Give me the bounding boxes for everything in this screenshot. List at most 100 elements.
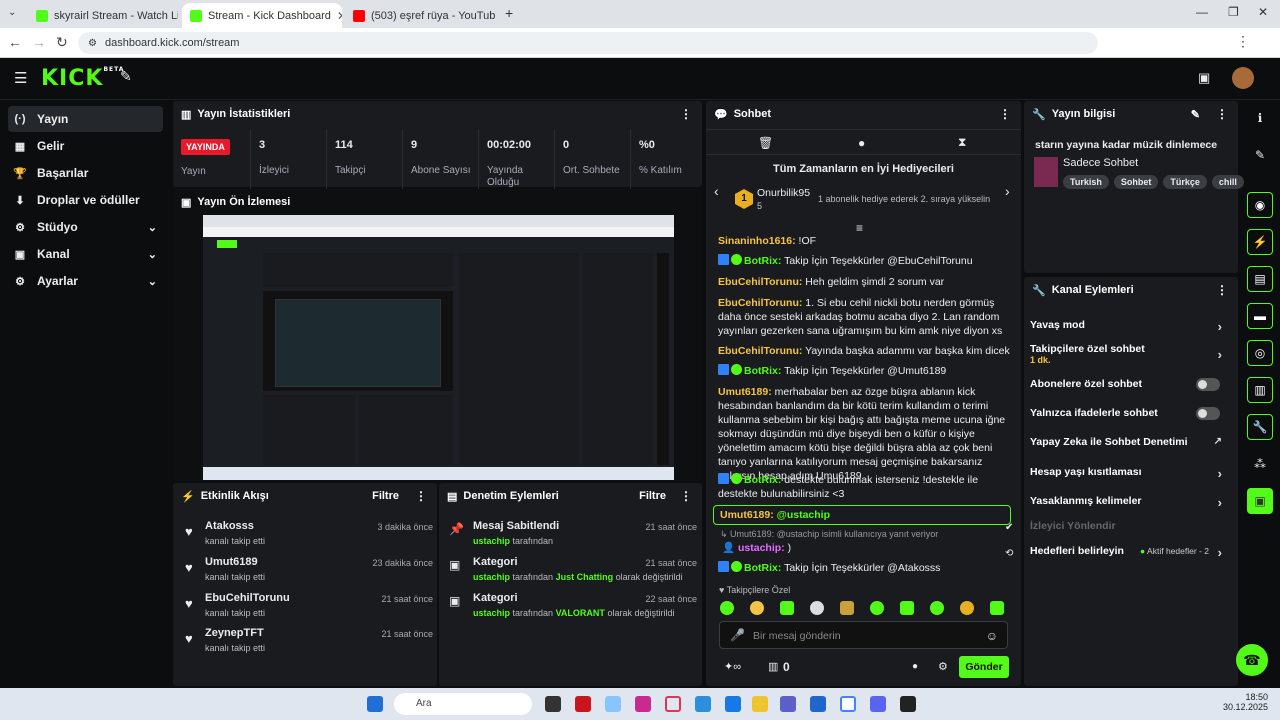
emote-icon[interactable] [930,601,944,615]
support-icon[interactable]: ☎ [1236,644,1268,676]
stream-preview-video[interactable] [203,215,674,480]
send-button[interactable]: Gönder [959,656,1009,678]
restore-icon[interactable]: ❐ [1228,5,1239,19]
check-icon[interactable]: ✔ [1005,522,1013,533]
server-icon[interactable]: ▥ [1247,377,1273,403]
trash-icon[interactable]: 🗑 [758,136,773,150]
info-icon[interactable]: ℹ [1247,105,1273,131]
more-icon[interactable]: ⋮ [680,107,692,121]
user-name[interactable]: Atakosss [205,520,254,532]
filter-button[interactable]: Filtre [372,490,399,502]
subscribers-only-toggle[interactable] [1196,378,1220,391]
extension-icon[interactable]: ▣ [1247,488,1273,514]
app-icon[interactable] [900,696,916,712]
filter-button[interactable]: Filtre [639,490,666,502]
wrench-icon[interactable]: 🔧 [1247,414,1273,440]
broadcast-icon[interactable]: ◎ [1247,340,1273,366]
speech-icon[interactable]: ● [858,136,865,150]
teams-icon[interactable] [780,696,796,712]
sidebar-item-ayarlar[interactable]: ⚙ Ayarlar ⌄ [8,268,163,294]
creator-icon[interactable]: ▣ [1198,70,1210,86]
clipboard-icon[interactable]: ▤ [1247,266,1273,292]
sidebar-item-droplar[interactable]: ⬇ Droplar ve ödüller [8,187,163,213]
user-name[interactable]: EbuCehilTorunu [205,592,290,604]
menu-icon[interactable]: ⋮ [1236,33,1250,50]
gifter-name[interactable]: Onurbilik95 [757,187,810,199]
more-icon[interactable]: ⋮ [999,107,1011,121]
file-explorer-icon[interactable] [752,696,768,712]
goals-row[interactable]: Hedefleri belirleyin ● Aktif hedefler - 2… [1030,545,1222,560]
sidebar-item-yayin[interactable]: (·) Yayın [8,106,163,132]
windows-start-icon[interactable] [367,696,383,712]
chevron-right-icon[interactable]: › [1005,183,1010,199]
history-icon[interactable]: ⟲ [1005,548,1013,559]
user-name[interactable]: Umut6189 [205,556,258,568]
opera-icon[interactable] [665,696,681,712]
site-info-icon[interactable]: ⚙ [88,38,97,49]
tools-icon[interactable]: ✎ [120,68,132,85]
emotes-only-toggle[interactable] [1196,407,1220,420]
chevron-left-icon[interactable]: ‹ [714,183,719,199]
back-icon[interactable]: ← [8,34,22,50]
app-icon[interactable] [635,696,651,712]
hourglass-icon[interactable]: ⧗ [958,135,966,150]
copilot-icon[interactable] [605,696,621,712]
sidebar-item-gelir[interactable]: ▦ Gelir [8,133,163,159]
gift-icon[interactable]: ✦∞ [724,660,741,673]
lightning-icon[interactable]: ⚡ [1247,229,1273,255]
tab-list-icon[interactable]: ⌄ [8,7,16,18]
url-field[interactable]: ⚙ dashboard.kick.com/stream [78,32,1098,54]
emote-icon[interactable] [840,601,854,615]
chrome-icon[interactable] [840,696,856,712]
close-window-icon[interactable]: ✕ [1258,5,1268,19]
edge-icon[interactable] [725,696,741,712]
avatar[interactable] [1232,67,1254,89]
task-view-icon[interactable] [545,696,561,712]
more-icon[interactable]: ⋮ [415,489,427,503]
user-name[interactable]: ZeynepTFT [205,627,264,639]
forward-icon[interactable]: → [32,34,46,50]
emote-icon[interactable] [750,601,764,615]
browser-tab[interactable]: skyrairl Stream - Watch Live on [28,3,178,28]
emote-icon[interactable] [720,601,734,615]
store-icon[interactable]: ▥ [768,660,778,673]
emoji-icon[interactable]: ☺ [986,629,998,643]
taskbar-search[interactable]: Ara [394,693,532,715]
close-tab-icon[interactable]: ✕ [337,9,342,23]
gear-icon[interactable]: ⚙ [938,660,948,673]
sidebar-item-basarilar[interactable]: 🏆 Başarılar [8,160,163,186]
emote-icon[interactable] [780,601,794,615]
app-icon[interactable] [810,696,826,712]
tag[interactable]: chill [1211,175,1244,189]
category-name[interactable]: Sadece Sohbet [1063,157,1138,169]
edge-icon[interactable] [695,696,711,712]
microphone-icon[interactable]: 🎤 [730,628,745,642]
tag[interactable]: Sohbet [1113,175,1159,189]
hamburger-icon[interactable]: ☰ [14,69,27,87]
apps-icon[interactable]: ⁂ [1247,451,1273,477]
more-icon[interactable]: ⋮ [680,489,692,503]
more-icon[interactable]: ⋮ [1216,107,1228,121]
edit-icon[interactable]: ✎ [1191,108,1200,121]
collapse-icon[interactable]: ≡ [856,221,863,235]
minimize-icon[interactable]: — [1196,5,1208,19]
camera-icon[interactable]: ◉ [1247,192,1273,218]
clock[interactable]: 18:50 30.12.2025 [1218,692,1268,712]
message-icon[interactable]: ▬ [1247,303,1273,329]
account-age-row[interactable]: Hesap yaşı kısıtlaması › [1030,466,1222,481]
followers-only-row[interactable]: Takipçilere özel sohbet 1 dk. › [1030,343,1222,365]
emote-icon[interactable] [810,601,824,615]
kick-logo[interactable]: KICKBETA [41,66,124,91]
app-icon[interactable] [575,696,591,712]
new-tab-icon[interactable]: + [505,5,513,21]
emote-icon[interactable] [870,601,884,615]
browser-tab-active[interactable]: Stream - Kick Dashboard ✕ [182,3,342,28]
ai-moderation-row[interactable]: Yapay Zeka ile Sohbet Denetimi ↗ [1030,436,1222,448]
banned-words-row[interactable]: Yasaklanmış kelimeler › [1030,495,1222,510]
chat-settings-icon[interactable]: ● [912,661,918,672]
pencil-icon[interactable]: ✎ [1247,142,1273,168]
emote-icon[interactable] [990,601,1004,615]
chat-input[interactable]: 🎤 Bir mesaj gönderin ☺ [719,621,1008,649]
reload-icon[interactable]: ↻ [56,34,68,51]
emote-icon[interactable] [960,601,974,615]
